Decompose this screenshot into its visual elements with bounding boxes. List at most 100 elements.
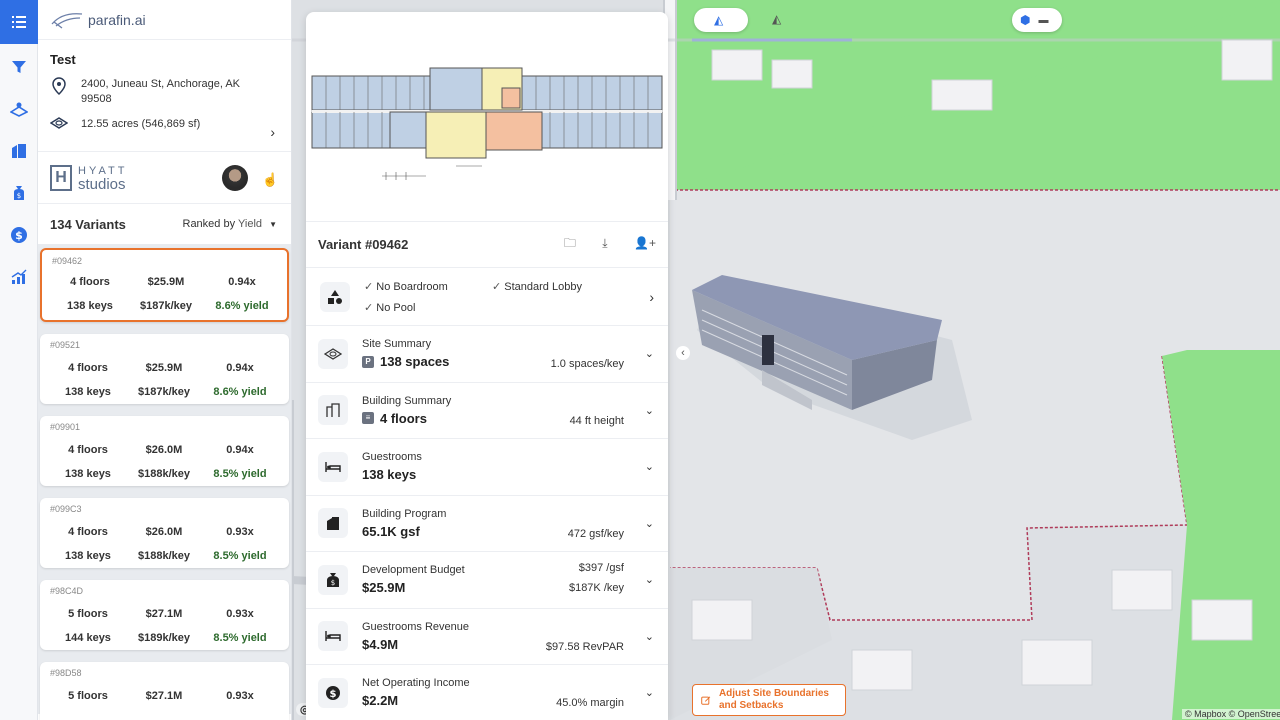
variant-header: Variant #09462 🗀 ⤓ 👤+	[306, 222, 668, 268]
chevron-right-icon[interactable]: ›	[270, 124, 275, 140]
variant-card[interactable]: #98D58 5 floors $27.1M 0.93x	[40, 662, 289, 720]
project-address-row: 2400, Juneau St, Anchorage, AK 99508	[50, 77, 279, 107]
budget-button[interactable]: $	[0, 172, 38, 214]
hand-cursor-icon: ☝	[262, 172, 279, 187]
variant-floors: 4 floors	[70, 276, 110, 288]
analytics-button[interactable]	[0, 256, 38, 298]
section-value: 138 spaces	[380, 354, 450, 370]
project-acreage: 12.55 acres (546,869 sf)	[81, 118, 201, 130]
building-program-icon	[318, 508, 348, 539]
variant-keys: 144 keys	[65, 632, 111, 644]
collapse-panel-icon[interactable]: ‹	[676, 346, 690, 360]
edit-icon	[701, 696, 711, 705]
section-metric: 472 gsf/key	[567, 527, 624, 540]
section-metric-line2: $187K /key	[568, 582, 624, 594]
variant-card[interactable]: #09462 4 floors $25.9M 0.94x 138 keys $187k…	[40, 248, 289, 322]
chevron-right-icon[interactable]: ›	[649, 289, 654, 305]
variant-card[interactable]: #98C4D 5 floors $27.1M 0.93x 144 keys $189k…	[40, 580, 289, 650]
section-value: 65.1K gsf	[362, 523, 420, 539]
variant-detail-panel: Variant #09462 🗀 ⤓ 👤+ No Boardroom Stand…	[306, 12, 668, 720]
variant-floors: 5 floors	[68, 608, 108, 620]
revenue-button[interactable]: $	[0, 214, 38, 256]
section-title: Site Summary	[362, 338, 432, 351]
brand-row: H HYATT studios ☝	[38, 152, 291, 204]
site-button[interactable]	[0, 88, 38, 130]
variant-floors: 5 floors	[68, 690, 108, 702]
chevron-down-icon[interactable]: ⌄	[645, 460, 654, 473]
3d-toggle[interactable]: ⬢ ▬	[1012, 8, 1062, 32]
section-building-program[interactable]: Building Program 65.1K gsf 472 gsf/key ⌄	[306, 496, 668, 552]
amenities-row[interactable]: No Boardroom Standard Lobby No Pool ›	[306, 268, 668, 326]
variant-id: #09901	[50, 422, 81, 432]
bar-chart-icon	[11, 269, 27, 284]
section-development-budget[interactable]: $ Development Budget $25.9M $397 /gsf $1…	[306, 552, 668, 609]
share-user-icon[interactable]: 👤+	[634, 236, 656, 250]
svg-text:$: $	[15, 229, 23, 242]
variant-ratio: 0.93x	[226, 690, 254, 702]
filter-button[interactable]	[0, 46, 38, 88]
variant-card[interactable]: #09901 4 floors $26.0M 0.94x 138 keys $188k…	[40, 416, 289, 486]
variant-floors: 4 floors	[68, 526, 108, 538]
section-metric: $97.58 RevPAR	[545, 640, 624, 653]
variant-card[interactable]: #09521 4 floors $25.9M 0.94x 138 keys $187k…	[40, 334, 289, 404]
view-mode-toggle[interactable]: ◭	[694, 8, 748, 32]
variant-keys: 138 keys	[65, 468, 111, 480]
chevron-down-icon[interactable]: ⌄	[645, 517, 654, 530]
variant-id: #09521	[50, 340, 81, 350]
section-building-summary[interactable]: Building Summary ≡ 4 floors 44 ft height …	[306, 383, 668, 439]
folder-icon[interactable]: 🗀	[564, 236, 576, 250]
chevron-down-icon[interactable]: ⌄	[645, 404, 654, 417]
variant-keys: 138 keys	[67, 300, 113, 312]
building-button[interactable]	[0, 130, 38, 172]
section-net-operating-income[interactable]: $ Net Operating Income $2.2M 45.0% margi…	[306, 665, 668, 720]
icon-rail: $ $	[0, 0, 38, 720]
variant-card[interactable]: #099C3 4 floors $26.0M 0.93x 138 keys $188k…	[40, 498, 289, 568]
chevron-down-icon[interactable]: ⌄	[645, 630, 654, 643]
section-value: 138 keys	[362, 467, 417, 483]
section-title: Guestrooms Revenue	[362, 620, 469, 633]
variant-id: #099C3	[50, 504, 82, 514]
hyatt-h-icon: H	[50, 164, 72, 191]
variant-per-key: $188k/key	[138, 468, 190, 480]
location-pin-icon	[52, 77, 66, 95]
variant-cost: $27.1M	[145, 608, 183, 620]
site-icon	[318, 338, 348, 369]
variants-header: 134 Variants Ranked by Yield ▼	[38, 204, 291, 244]
site-icon	[10, 102, 28, 117]
section-metric: 45.0% margin	[556, 697, 624, 709]
variant-per-key: $187k/key	[138, 386, 190, 398]
building-icon	[12, 144, 26, 158]
perspective-view-icon[interactable]: ◭	[772, 12, 781, 26]
variant-ratio: 0.93x	[226, 526, 254, 538]
avatar[interactable]	[222, 165, 248, 191]
floors-icon: ≡	[362, 412, 374, 425]
filter-icon	[12, 61, 26, 73]
section-guestrooms-revenue[interactable]: Guestrooms Revenue $4.9M $97.58 RevPAR ⌄	[306, 609, 668, 665]
chevron-down-icon[interactable]: ⌄	[645, 573, 654, 586]
variant-id: #09462	[52, 256, 83, 266]
section-guestrooms[interactable]: Guestrooms 138 keys ⌄	[306, 439, 668, 496]
menu-button[interactable]	[0, 0, 38, 44]
chevron-down-icon[interactable]: ⌄	[645, 347, 654, 360]
variant-per-key: $187k/key	[140, 300, 192, 312]
svg-text:$: $	[331, 579, 335, 587]
rank-selector[interactable]: Ranked by Yield ▼	[183, 218, 278, 230]
section-metric-line1: $397 /gsf	[578, 562, 624, 574]
variant-ratio: 0.94x	[226, 362, 254, 374]
logo[interactable]: parafin.ai	[38, 0, 291, 40]
map-attribution[interactable]: © Mapbox © OpenStreetMap	[1182, 709, 1280, 719]
variant-cost: $25.9M	[147, 276, 185, 288]
parcel-icon	[50, 117, 68, 129]
section-site-summary[interactable]: Site Summary P 138 spaces 1.0 spaces/key …	[306, 326, 668, 383]
sidebar: parafin.ai Test 2400, Juneau St, Anchora…	[38, 0, 292, 720]
building-summary-icon	[318, 395, 348, 426]
project-name: Test	[50, 52, 76, 67]
adjust-site-button[interactable]: Adjust Site Boundaries and Setbacks	[692, 684, 846, 716]
download-icon[interactable]: ⤓	[602, 236, 607, 250]
chevron-down-icon[interactable]: ⌄	[645, 686, 654, 699]
variant-cost: $26.0M	[145, 526, 183, 538]
section-title: Building Program	[362, 507, 447, 520]
section-title: Guestrooms	[362, 451, 422, 464]
amenity-item: Standard Lobby	[492, 280, 592, 293]
project-summary[interactable]: Test 2400, Juneau St, Anchorage, AK 9950…	[38, 40, 291, 152]
